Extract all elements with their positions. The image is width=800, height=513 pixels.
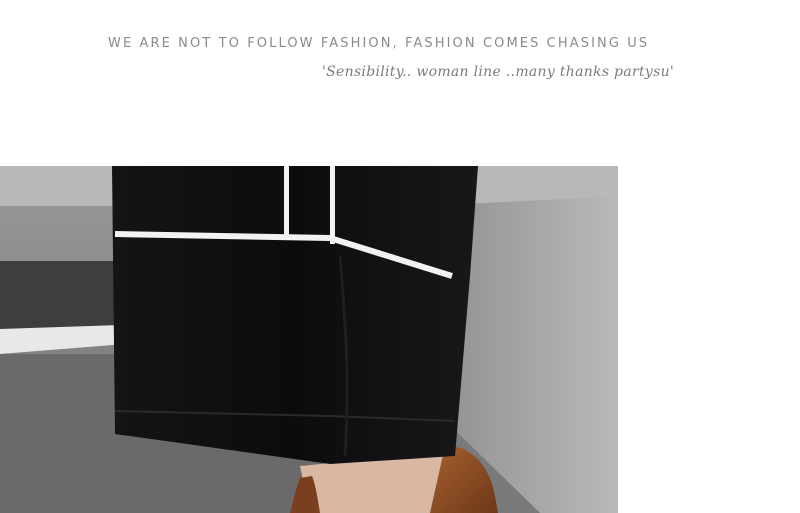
- piping-vertical-left: [284, 166, 289, 236]
- product-photo: [0, 166, 618, 513]
- piping-vertical-right: [330, 166, 335, 244]
- script-caption: 'Sensibility.. woman line ..many thanks …: [322, 64, 675, 80]
- tagline: WE ARE NOT TO FOLLOW FASHION, FASHION CO…: [108, 36, 650, 51]
